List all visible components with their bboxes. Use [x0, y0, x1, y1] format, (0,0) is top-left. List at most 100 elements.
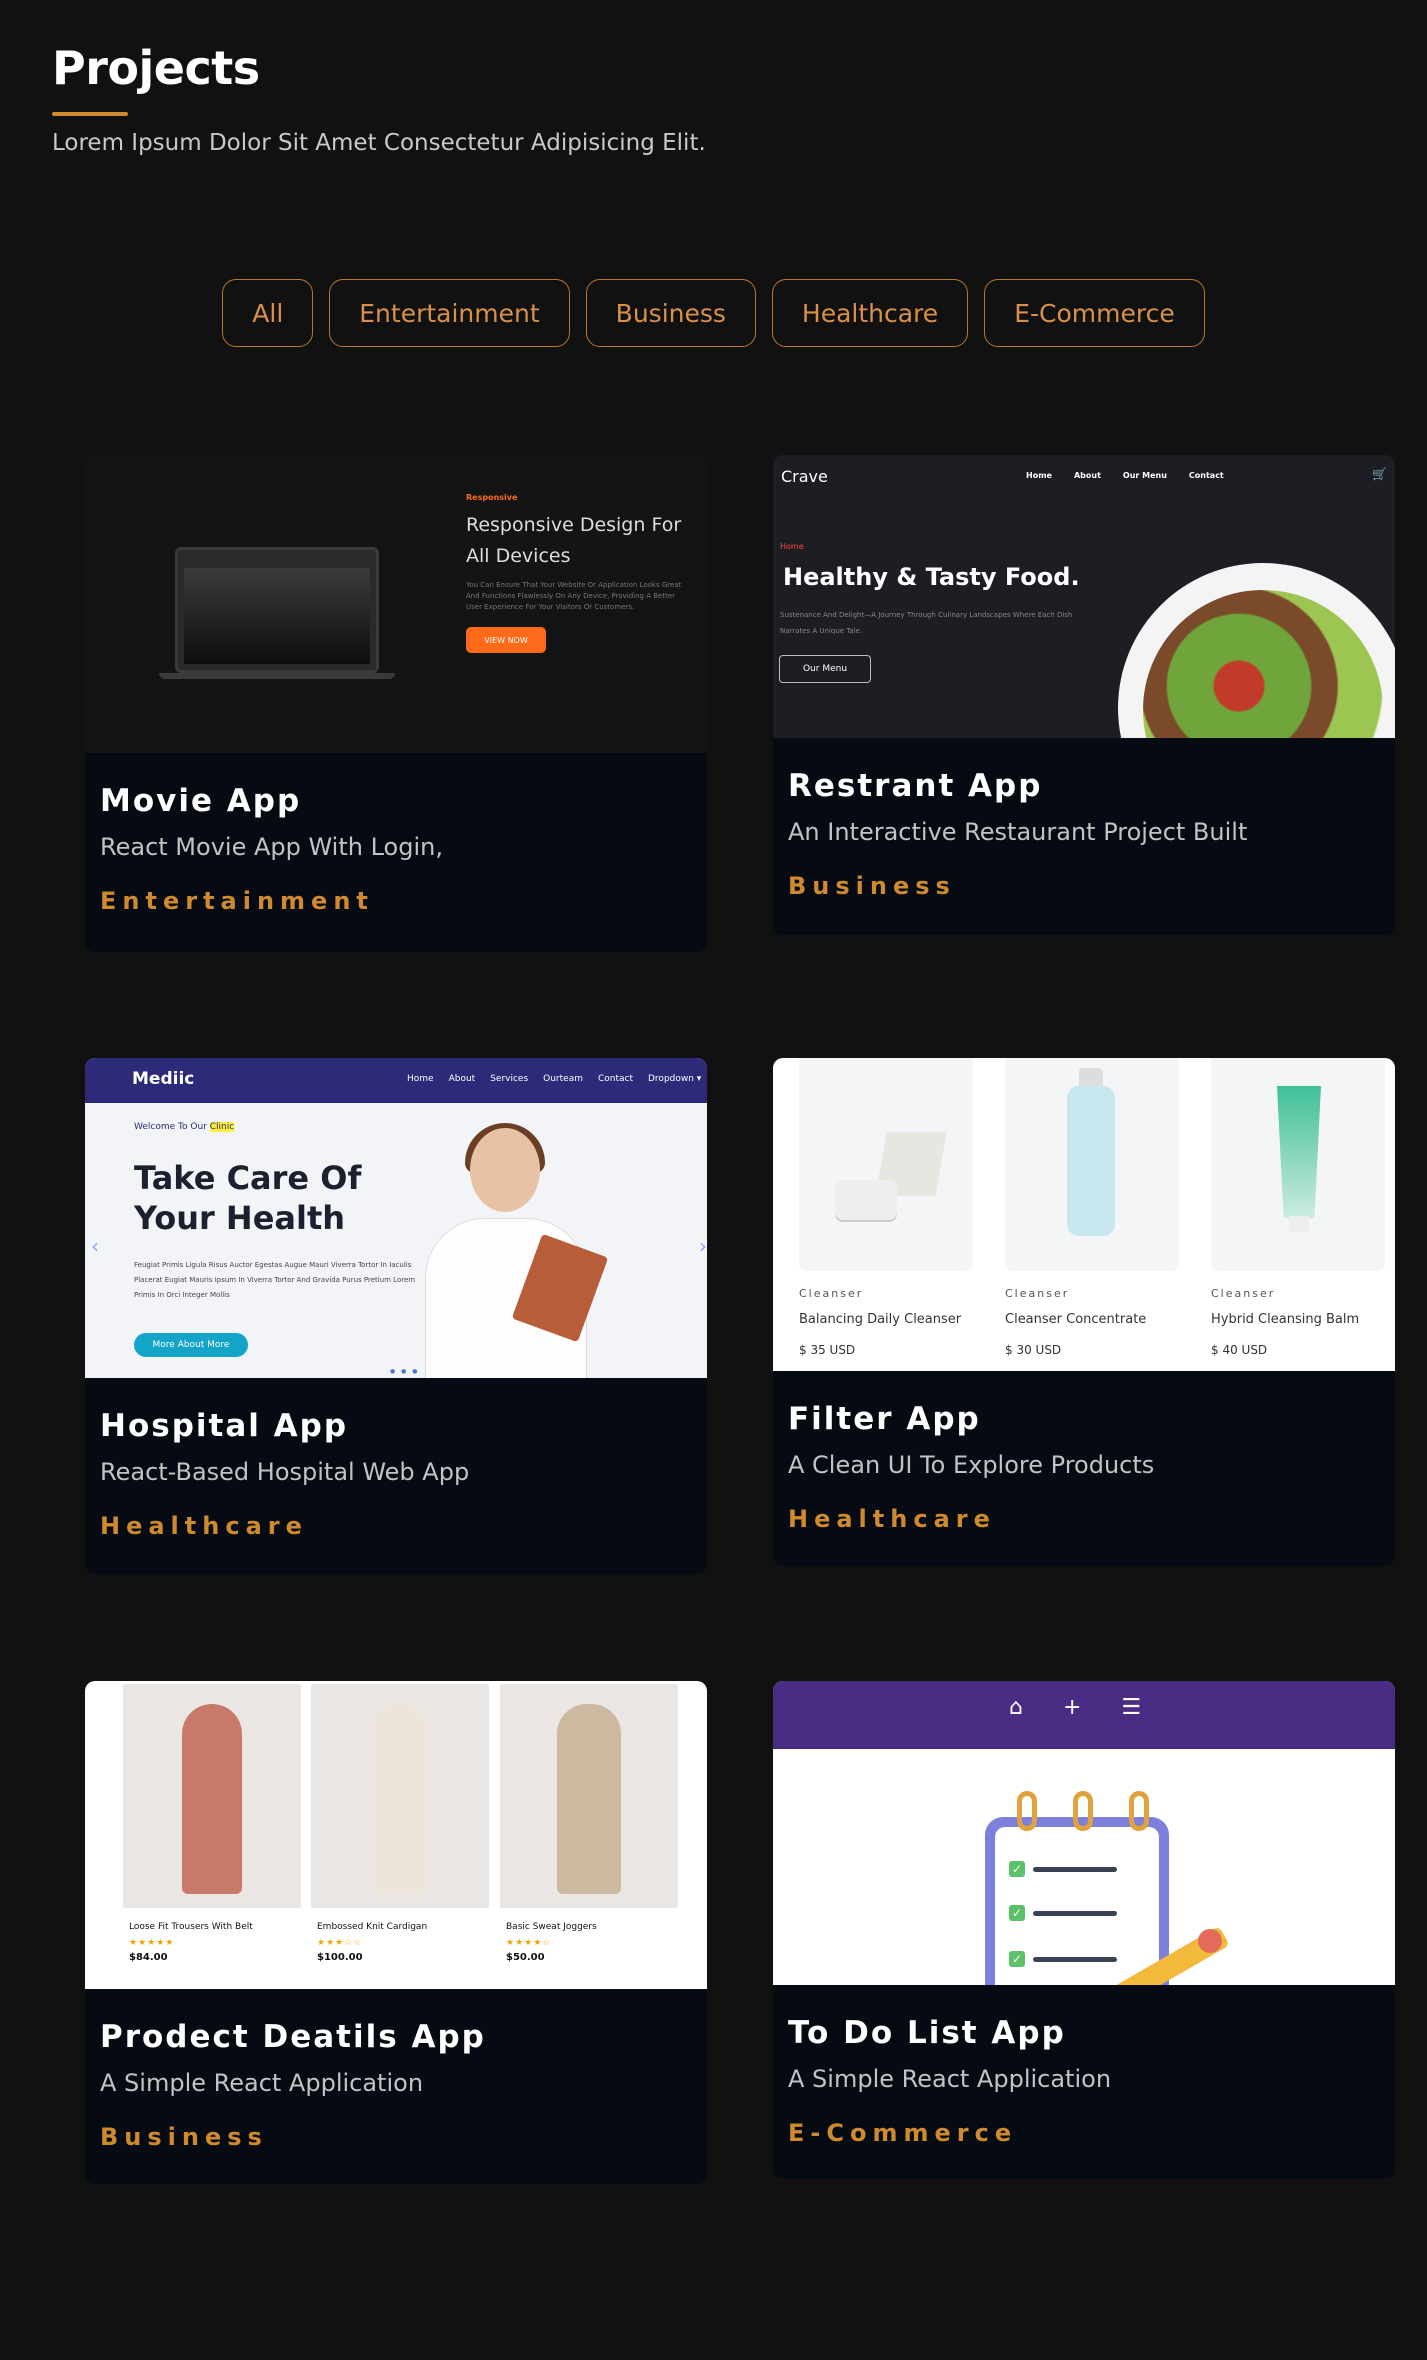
cart-icon: 🛒: [1372, 467, 1387, 481]
product-name: Balancing Daily Cleanser: [799, 1312, 962, 1327]
product-image: [1005, 1058, 1179, 1271]
filter-app-thumbnail: Cleanser Balancing Daily Cleanser $ 35 U…: [773, 1058, 1395, 1371]
star-rating: ★★★☆☆: [317, 1938, 363, 1948]
page-header: Projects Lorem Ipsum Dolor Sit Amet Cons…: [52, 38, 706, 156]
restaurant-app-thumbnail: Crave Home About Our Menu Contact 🛒 Home…: [773, 455, 1395, 738]
filter-all-button[interactable]: All: [222, 279, 314, 347]
card-description: React Movie App With Login,: [100, 833, 443, 861]
crave-nav-home: Home: [1026, 471, 1052, 480]
card-description: An Interactive Restaurant Project Built: [788, 818, 1248, 846]
movie-preview-copy: Responsive Responsive Design For All Dev…: [466, 493, 686, 653]
hospital-welcome-text: Welcome To Our: [134, 1122, 207, 1132]
hospital-app-thumbnail: Mediic Home About Services Ourteam Conta…: [85, 1058, 707, 1378]
product-name: Cleanser Concentrate: [1005, 1312, 1147, 1327]
hospital-nav-home: Home: [407, 1074, 434, 1084]
product-photo: [123, 1684, 301, 1908]
movie-app-thumbnail: Responsive Responsive Design For All Dev…: [85, 455, 707, 753]
crave-nav-links: Home About Our Menu Contact: [1026, 471, 1224, 480]
product-image: [1211, 1058, 1385, 1271]
card-title: Prodect Deatils App: [100, 2019, 486, 2055]
hospital-nav-about: About: [448, 1074, 476, 1084]
list-icon: ☰: [1121, 1695, 1142, 1720]
filter-ecommerce-button[interactable]: E-Commerce: [984, 279, 1205, 347]
hospital-nav-links: Home About Services Ourteam Contact Drop…: [407, 1074, 701, 1084]
filter-business-button[interactable]: Business: [585, 279, 756, 347]
crave-tag: Home: [780, 542, 804, 551]
ring: [1129, 1791, 1149, 1831]
chevron-left-icon: ‹: [91, 1234, 99, 1258]
crave-menu-button: Our Menu: [779, 655, 871, 683]
chevron-right-icon: ›: [699, 1234, 707, 1258]
card-category: Business: [788, 872, 956, 900]
product-card: Cleanser Cleanser Concentrate $ 30 USD: [1005, 1058, 1179, 1357]
model-figure: [372, 1704, 428, 1894]
product-card: Cleanser Hybrid Cleansing Balm $ 40 USD: [1211, 1058, 1385, 1357]
product-name: Hybrid Cleansing Balm: [1211, 1312, 1360, 1327]
card-category: Healthcare: [100, 1512, 308, 1540]
title-underline: [52, 112, 128, 116]
card-title: Filter App: [788, 1401, 981, 1437]
crave-logo: Crave: [781, 467, 828, 486]
card-title: Restrant App: [788, 768, 1043, 804]
todo-item: ✓: [1009, 1905, 1117, 1921]
home-icon: ⌂: [1009, 1695, 1023, 1720]
product-photo: [311, 1684, 489, 1908]
product-category: Cleanser: [1005, 1287, 1070, 1300]
todo-line: [1033, 1956, 1117, 1962]
carousel-dots: ● ● ●: [390, 1368, 420, 1375]
product-item: Basic Sweat Joggers ★★★★☆ $50.00: [500, 1684, 678, 1963]
movie-preview-text: You Can Ensure That Your Website Or Appl…: [466, 581, 682, 611]
product-price: $ 35 USD: [799, 1343, 856, 1357]
project-card-hospital[interactable]: Mediic Home About Services Ourteam Conta…: [85, 1058, 707, 1574]
hospital-heading: Take Care Of Your Health: [134, 1159, 362, 1237]
crave-nav-about: About: [1073, 471, 1101, 480]
ring: [1017, 1791, 1037, 1831]
hospital-navbar: Mediic Home About Services Ourteam Conta…: [85, 1058, 707, 1103]
card-category: Healthcare: [788, 1505, 996, 1533]
card-description: A Clean UI To Explore Products: [788, 1451, 1155, 1479]
product-tube: [1277, 1086, 1321, 1218]
movie-preview-heading: Responsive Design For All Devices: [466, 514, 682, 567]
project-card-todo[interactable]: ⌂ + ☰ ✓ ✓ ✓ To Do List App A Simple Reac…: [773, 1681, 1395, 2179]
page-title: Projects: [52, 41, 260, 95]
hospital-text: Feugiat Primis Ligula Risus Auctor Egest…: [134, 1261, 416, 1299]
todo-navbar: ⌂ + ☰: [773, 1681, 1395, 1749]
check-icon: ✓: [1009, 1905, 1025, 1921]
card-category: Business: [100, 2123, 268, 2151]
clipboard-rings: [1017, 1791, 1149, 1831]
card-title: To Do List App: [788, 2015, 1066, 2051]
hospital-nav-services: Services: [490, 1074, 529, 1084]
product-photo: [500, 1684, 678, 1908]
hospital-welcome: Welcome To Our Clinic: [134, 1122, 235, 1132]
product-item: Embossed Knit Cardigan ★★★☆☆ $100.00: [311, 1684, 489, 1963]
product-price: $100.00: [317, 1952, 363, 1963]
filter-entertainment-button[interactable]: Entertainment: [329, 279, 570, 347]
project-card-product-details[interactable]: Loose Fit Trousers With Belt ★★★★★ $84.0…: [85, 1681, 707, 2184]
product-details-thumbnail: Loose Fit Trousers With Belt ★★★★★ $84.0…: [85, 1681, 707, 1989]
todo-item: ✓: [1009, 1861, 1117, 1877]
laptop-illustration: [175, 547, 379, 673]
product-price: $ 30 USD: [1005, 1343, 1062, 1357]
hospital-welcome-highlight: Clinic: [209, 1122, 235, 1132]
star-rating: ★★★★☆: [506, 1938, 552, 1948]
model-figure: [182, 1704, 242, 1894]
card-category: E-Commerce: [788, 2119, 1018, 2147]
plus-icon: +: [1062, 1695, 1082, 1720]
project-card-restaurant[interactable]: Crave Home About Our Menu Contact 🛒 Home…: [773, 455, 1395, 935]
todo-line: [1033, 1910, 1117, 1916]
todo-app-thumbnail: ⌂ + ☰ ✓ ✓ ✓: [773, 1681, 1395, 1985]
product-name: Basic Sweat Joggers: [506, 1922, 597, 1932]
filter-healthcare-button[interactable]: Healthcare: [771, 279, 969, 347]
card-category: Entertainment: [100, 887, 374, 915]
todo-item: ✓: [1009, 1951, 1117, 1967]
crave-text: Sustenance And Delight—A Journey Through…: [780, 611, 1073, 635]
hospital-more-button: More About More: [134, 1333, 248, 1357]
crave-heading: Healthy & Tasty Food.: [783, 563, 1080, 591]
product-name: Loose Fit Trousers With Belt: [129, 1922, 253, 1932]
model-figure: [557, 1704, 621, 1894]
project-card-filter[interactable]: Cleanser Balancing Daily Cleanser $ 35 U…: [773, 1058, 1395, 1566]
hospital-nav-team: Ourteam: [543, 1074, 583, 1084]
check-icon: ✓: [1009, 1951, 1025, 1967]
project-card-movie[interactable]: Responsive Responsive Design For All Dev…: [85, 455, 707, 952]
card-description: A Simple React Application: [788, 2065, 1112, 2093]
